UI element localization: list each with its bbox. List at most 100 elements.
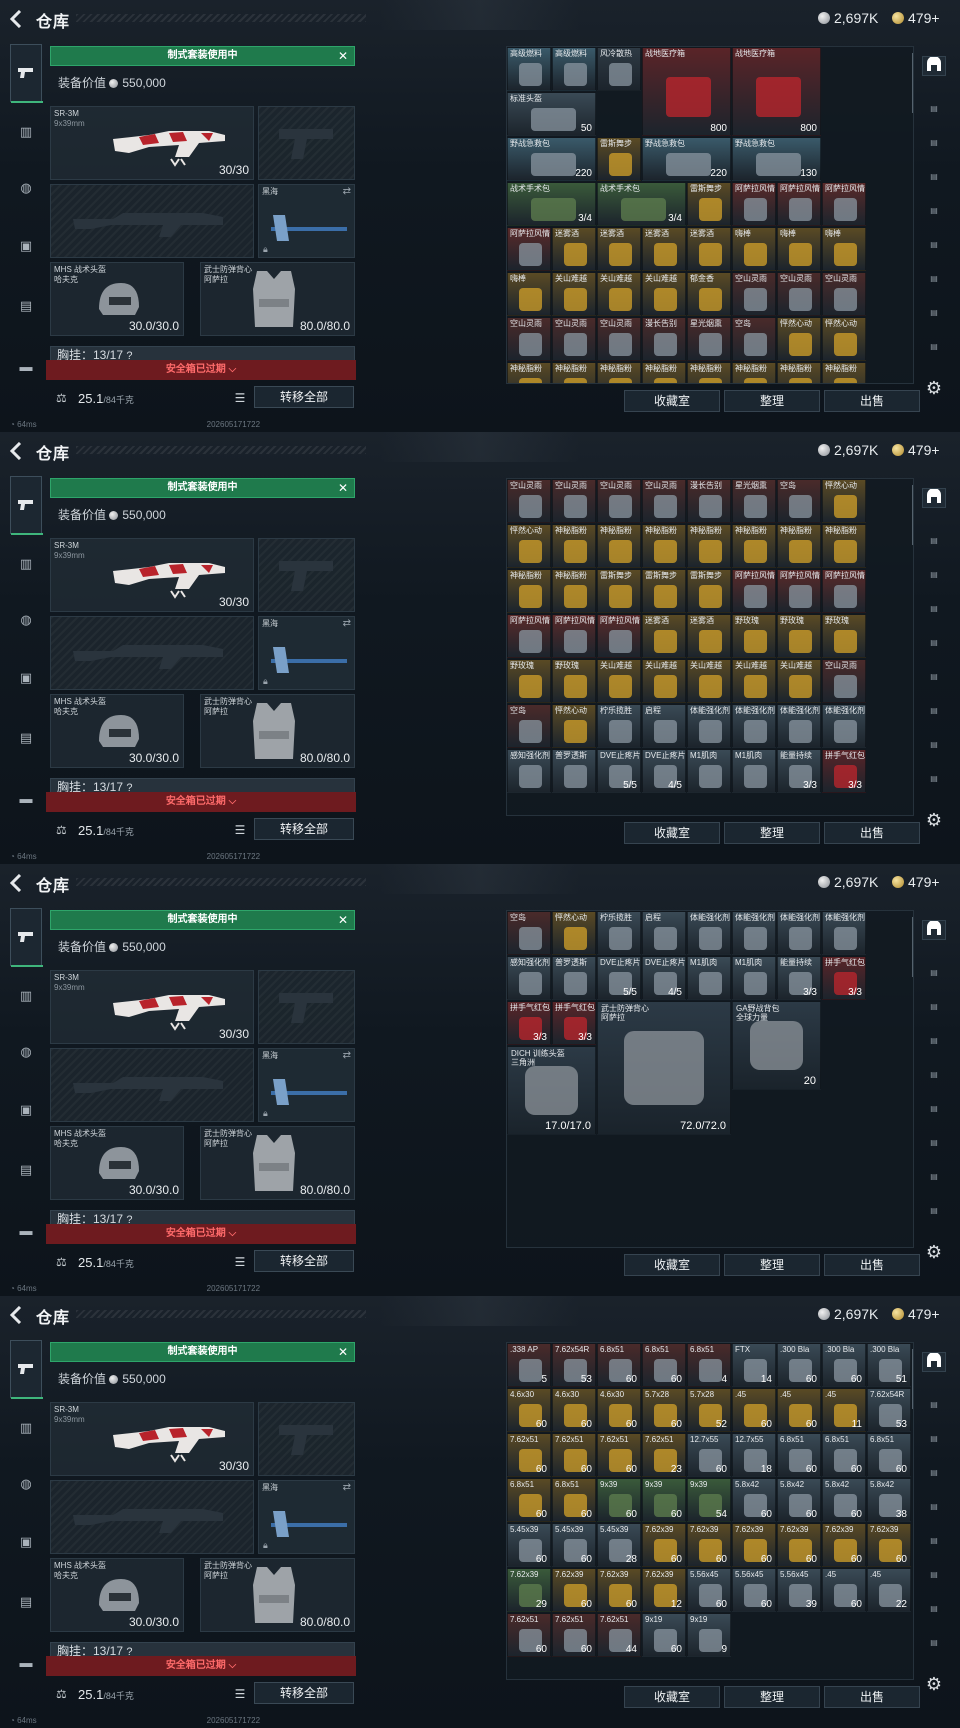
silver-currency[interactable]: 2,697K <box>818 442 878 458</box>
tab-5[interactable]: ▤ <box>922 638 946 658</box>
stash-item[interactable]: 9x39 60 <box>597 1478 641 1522</box>
list-icon[interactable]: ☰ <box>230 388 250 408</box>
secondary-weapon-slot[interactable] <box>50 616 254 690</box>
stash-item[interactable]: 战地医疗箱 800 <box>732 47 821 136</box>
stash-item[interactable]: 7.62x39 60 <box>867 1523 911 1567</box>
stash-item[interactable]: 空岛 <box>732 317 776 361</box>
stash-item[interactable]: 6.8x51 60 <box>552 1478 596 1522</box>
tab-2[interactable]: ▤ <box>922 104 946 124</box>
gold-currency[interactable]: 479+ <box>892 10 940 26</box>
tab-9[interactable]: ▤ <box>922 1206 946 1226</box>
stash-item[interactable]: 9x19 60 <box>642 1613 686 1657</box>
stash-item[interactable]: 野玫瑰 <box>822 614 866 658</box>
stash-item[interactable]: 5.8x42 60 <box>777 1478 821 1522</box>
melee-slot[interactable]: 黑海 ⇄ 🔒︎ <box>258 616 355 690</box>
stash-item[interactable]: 空山灵雨 <box>777 272 821 316</box>
stash-scrollbar[interactable] <box>912 1349 913 1409</box>
stash-item[interactable]: 关山难越 <box>642 659 686 703</box>
helmet-slot[interactable]: MHS 战术头盔 哈夫克 30.0/30.0 <box>50 1126 184 1200</box>
swap-icon[interactable]: ⇄ <box>343 618 351 629</box>
stash-item[interactable]: 阿萨拉风情 <box>597 614 641 658</box>
tab-2[interactable]: ▤ <box>922 968 946 988</box>
tab-helmet[interactable]: ◍ <box>10 610 42 630</box>
stash-item[interactable]: 野战急救包 220 <box>507 137 596 181</box>
stash-item[interactable]: 拼手气红包 3/3 <box>552 1001 596 1045</box>
stash-item[interactable]: 感知强化剂 <box>507 956 551 1000</box>
silver-currency[interactable]: 2,697K <box>818 1306 878 1322</box>
gold-currency[interactable]: 479+ <box>892 1306 940 1322</box>
tab-loadout[interactable] <box>10 44 43 103</box>
stash-item[interactable]: .45 60 <box>732 1388 776 1432</box>
stash-item[interactable]: 空山灵雨 <box>597 479 641 523</box>
stash-item[interactable]: 5.56x45 60 <box>687 1568 731 1612</box>
stash-item[interactable]: 神秘脂粉 <box>687 362 731 383</box>
stash-item[interactable]: 柠乐揽胜 <box>597 704 641 748</box>
stash-item[interactable]: 体能强化剂 <box>687 911 731 955</box>
stash-item[interactable]: 高级燃料 <box>507 47 551 91</box>
stash-item[interactable]: 体能强化剂 <box>822 911 866 955</box>
stash-item[interactable]: 风冷散热 <box>597 47 641 91</box>
tab-case[interactable]: ▬ <box>10 356 42 376</box>
tab-helmet[interactable]: ◍ <box>10 1474 42 1494</box>
back-arrow-icon[interactable] <box>10 1306 22 1324</box>
tab-bag[interactable]: ▣ <box>10 668 42 688</box>
tab-4[interactable]: ▤ <box>922 1036 946 1056</box>
stash-item[interactable]: 7.62x54R 53 <box>867 1388 911 1432</box>
sort-button[interactable]: 整理 <box>724 822 820 844</box>
tab-2[interactable]: ▤ <box>922 536 946 556</box>
stash-item[interactable]: 普罗透斯 <box>552 956 596 1000</box>
stash-item[interactable]: 怦然心动 <box>777 317 821 361</box>
tab-3[interactable]: ▤ <box>922 1002 946 1022</box>
collection-room-button[interactable]: 收藏室 <box>624 390 720 412</box>
stash-item[interactable]: 迷雾酒 <box>552 227 596 271</box>
stash-item[interactable]: 体能强化剂 <box>777 704 821 748</box>
stash-item[interactable]: 嗨棒 <box>822 227 866 271</box>
stash-item[interactable]: 迷雾酒 <box>642 227 686 271</box>
stash-item[interactable]: 神秘脂粉 <box>777 524 821 568</box>
stash-item[interactable]: 7.62x51 44 <box>597 1613 641 1657</box>
stash-item[interactable]: 6.8x51 4 <box>687 1343 731 1387</box>
stash-item[interactable]: 阿萨拉风情 <box>777 569 821 613</box>
stash-item[interactable]: 4.6x30 60 <box>597 1388 641 1432</box>
stash-item[interactable]: 郁金香 <box>687 272 731 316</box>
secondary-weapon-slot[interactable] <box>50 184 254 258</box>
stash-item[interactable]: 5.8x42 60 <box>822 1478 866 1522</box>
tab-3[interactable]: ▤ <box>922 1434 946 1454</box>
tab-4[interactable]: ▤ <box>922 1468 946 1488</box>
stash-item[interactable]: 7.62x54R 53 <box>552 1343 596 1387</box>
safe-box-expired-warning[interactable]: 安全箱已过期 ⌵ <box>46 1656 356 1676</box>
stash-item[interactable]: 迷雾酒 <box>687 227 731 271</box>
stash-item[interactable]: 空山灵雨 <box>552 317 596 361</box>
stash-item[interactable]: 7.62x39 60 <box>822 1523 866 1567</box>
swap-icon[interactable]: ⇄ <box>343 1050 351 1061</box>
back-arrow-icon[interactable] <box>10 10 22 28</box>
stash-item[interactable]: 空山灵雨 <box>642 479 686 523</box>
secondary-weapon-slot[interactable] <box>50 1480 254 1554</box>
stash-item[interactable]: 6.8x51 60 <box>507 1478 551 1522</box>
stash-item[interactable]: 空岛 <box>507 911 551 955</box>
tab-6[interactable]: ▤ <box>922 1104 946 1124</box>
stash-item[interactable]: 9x19 9 <box>687 1613 731 1657</box>
primary-weapon-slot[interactable]: SR-3M 9x39mm 30/30 <box>50 538 254 612</box>
stash-item[interactable]: 7.62x51 60 <box>552 1433 596 1477</box>
close-icon[interactable]: ✕ <box>338 911 348 929</box>
tab-loadout[interactable] <box>10 476 43 535</box>
stash-large-item[interactable]: DICH 训练头盔 三角洲 17.0/17.0 <box>507 1046 596 1135</box>
back-arrow-icon[interactable] <box>10 874 22 892</box>
stash-item[interactable]: .45 22 <box>867 1568 911 1612</box>
stash-item[interactable]: 7.62x39 60 <box>642 1523 686 1567</box>
stash-item[interactable]: 体能强化剂 <box>732 911 776 955</box>
tab-helmet[interactable]: ◍ <box>10 178 42 198</box>
tab-3[interactable]: ▤ <box>922 138 946 158</box>
sell-button[interactable]: 出售 <box>824 1686 920 1708</box>
tab-7[interactable]: ▤ <box>922 706 946 726</box>
tab-loadout[interactable] <box>10 1340 43 1399</box>
stash-item[interactable]: 神秘脂粉 <box>732 524 776 568</box>
stash-item[interactable]: .45 60 <box>777 1388 821 1432</box>
secondary-weapon-slot[interactable] <box>50 1048 254 1122</box>
stash-item[interactable]: 7.62x39 60 <box>732 1523 776 1567</box>
tab-5[interactable]: ▤ <box>922 1070 946 1090</box>
tab-6[interactable]: ▤ <box>922 672 946 692</box>
stash-scrollbar[interactable] <box>912 53 913 113</box>
stash-item[interactable]: 阿萨拉风情 <box>777 182 821 226</box>
